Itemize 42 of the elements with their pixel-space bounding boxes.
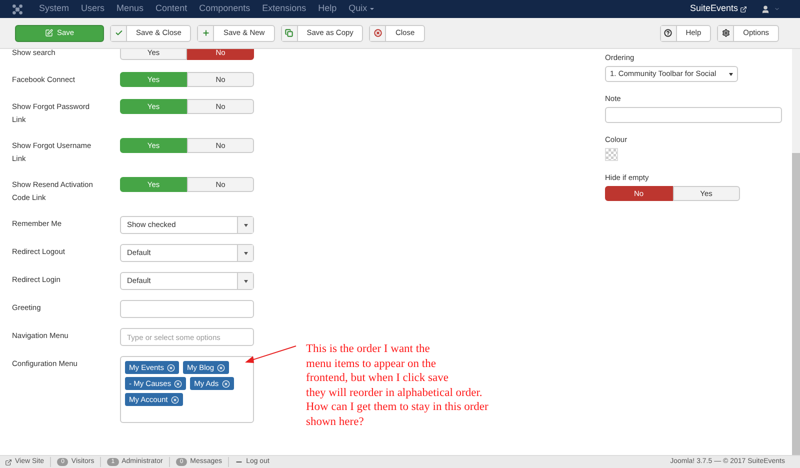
plus-icon — [202, 29, 210, 37]
remove-icon[interactable] — [170, 396, 179, 404]
remove-icon[interactable] — [174, 380, 182, 388]
annotation-text: How can I get them to stay in this order — [306, 400, 488, 415]
nav-menu-item[interactable]: Extensions — [262, 2, 306, 16]
annotation-text: shown here? — [306, 414, 365, 430]
nav-menu-item[interactable]: Users — [81, 2, 105, 16]
annotation-text: This is the order I want the — [306, 342, 431, 357]
external-link-icon — [740, 6, 747, 12]
check-icon — [114, 29, 122, 37]
nav-menu-item[interactable]: Components — [199, 2, 250, 16]
arrow-drawing — [244, 345, 298, 365]
edit-icon — [44, 29, 53, 37]
remove-icon[interactable] — [222, 380, 230, 388]
user-icon[interactable] — [761, 4, 770, 14]
logo-icon — [12, 4, 23, 14]
nav-menu-item[interactable]: Help — [318, 2, 337, 16]
caret-icon — [244, 252, 248, 254]
nav-menu-item[interactable]: Quix — [348, 2, 374, 16]
annotation-text: they will reorder in alphabetical order. — [306, 386, 484, 400]
copy-icon — [285, 29, 294, 37]
annotation-text: frontend, but when I click save — [306, 371, 450, 386]
caret-icon — [774, 6, 780, 12]
scrollbar[interactable] — [792, 49, 800, 455]
nav-menu-item[interactable]: Menus — [116, 2, 144, 16]
caret-icon — [244, 224, 248, 226]
nav-menu-item[interactable]: System — [39, 2, 70, 16]
caret-icon — [244, 280, 248, 282]
settings-icon — [722, 29, 730, 37]
remove-icon[interactable] — [217, 364, 226, 372]
text-field[interactable] — [120, 300, 254, 318]
help-icon — [664, 29, 672, 37]
site-link[interactable]: SuiteEvents — [690, 2, 747, 16]
remove-icon[interactable] — [167, 364, 176, 372]
caret-icon — [729, 72, 733, 76]
colour-swatch[interactable] — [605, 148, 618, 161]
external-link-icon — [5, 458, 12, 466]
scrollbar-thumb[interactable] — [792, 153, 800, 455]
close-icon — [374, 29, 382, 37]
annotation-text: menu items to appear on the — [306, 356, 437, 372]
nav-menu-item[interactable]: Content — [156, 2, 188, 16]
note-field[interactable] — [605, 107, 782, 123]
